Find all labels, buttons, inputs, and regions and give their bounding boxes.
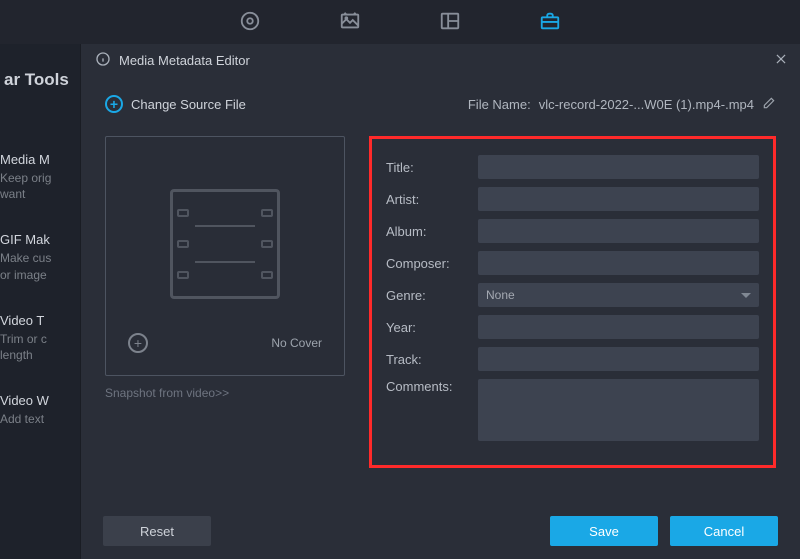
composer-input[interactable] xyxy=(478,251,759,275)
composer-label: Composer: xyxy=(386,256,478,271)
sidebar-item-label: Media M xyxy=(0,152,76,167)
sidebar-item-desc: Trim or c length xyxy=(0,331,76,363)
file-name-block: File Name: vlc-record-2022-...W0E (1).mp… xyxy=(468,96,776,113)
cover-panel: No Cover Snapshot from video>> xyxy=(105,136,345,468)
info-icon xyxy=(95,51,111,70)
modal-footer: Reset Save Cancel xyxy=(81,503,800,559)
change-source-button[interactable]: Change Source File xyxy=(105,95,246,113)
track-input[interactable] xyxy=(478,347,759,371)
change-source-label: Change Source File xyxy=(131,97,246,112)
reset-button[interactable]: Reset xyxy=(103,516,211,546)
cover-box: No Cover xyxy=(105,136,345,376)
album-input[interactable] xyxy=(478,219,759,243)
sidebar-item-label: GIF Mak xyxy=(0,232,76,247)
genre-value: None xyxy=(486,288,515,302)
sidebar-title: ar Tools xyxy=(0,70,80,90)
cancel-button[interactable]: Cancel xyxy=(670,516,778,546)
sidebar-item-desc: Make cus or image xyxy=(0,250,76,282)
album-label: Album: xyxy=(386,224,478,239)
year-label: Year: xyxy=(386,320,478,335)
sidebar: ar Tools Media M Keep orig want GIF Mak … xyxy=(0,44,80,559)
nav-layout-icon[interactable] xyxy=(439,10,461,35)
genre-label: Genre: xyxy=(386,288,478,303)
nav-disc-icon[interactable] xyxy=(239,10,261,35)
year-input[interactable] xyxy=(478,315,759,339)
source-row: Change Source File File Name: vlc-record… xyxy=(105,90,776,118)
snapshot-from-video-link[interactable]: Snapshot from video>> xyxy=(105,386,345,400)
sidebar-item-desc: Keep orig want xyxy=(0,170,76,202)
metadata-form: Title: Artist: Album: Composer: Genre: xyxy=(369,136,776,468)
sidebar-item-label: Video T xyxy=(0,313,76,328)
genre-select[interactable]: None xyxy=(478,283,759,307)
nav-image-icon[interactable] xyxy=(339,10,361,35)
chevron-down-icon xyxy=(741,293,751,298)
edit-file-name-button[interactable] xyxy=(762,96,776,113)
sidebar-item-media-metadata[interactable]: Media M Keep orig want xyxy=(0,140,80,220)
comments-label: Comments: xyxy=(386,379,478,394)
modal-body: Change Source File File Name: vlc-record… xyxy=(81,76,800,507)
comments-input[interactable] xyxy=(478,379,759,441)
artist-input[interactable] xyxy=(478,187,759,211)
modal-header: Media Metadata Editor xyxy=(81,44,800,76)
close-button[interactable] xyxy=(774,52,788,69)
sidebar-item-video-trim[interactable]: Video T Trim or c length xyxy=(0,301,80,381)
sidebar-item-desc: Add text xyxy=(0,411,76,427)
modal-title: Media Metadata Editor xyxy=(119,53,250,68)
metadata-editor-modal: Media Metadata Editor Change Source File… xyxy=(80,44,800,559)
title-input[interactable] xyxy=(478,155,759,179)
sidebar-item-label: Video W xyxy=(0,393,76,408)
file-name-label: File Name: xyxy=(468,97,531,112)
top-nav xyxy=(0,0,800,44)
artist-label: Artist: xyxy=(386,192,478,207)
add-cover-button[interactable] xyxy=(128,333,148,353)
sidebar-item-video-watermark[interactable]: Video W Add text xyxy=(0,381,80,445)
cover-status: No Cover xyxy=(271,336,322,350)
file-name-value: vlc-record-2022-...W0E (1).mp4-.mp4 xyxy=(539,97,754,112)
title-label: Title: xyxy=(386,160,478,175)
save-button[interactable]: Save xyxy=(550,516,658,546)
sidebar-item-gif-maker[interactable]: GIF Mak Make cus or image xyxy=(0,220,80,300)
filmstrip-icon xyxy=(170,189,280,299)
plus-circle-icon xyxy=(105,95,123,113)
nav-toolbox-icon[interactable] xyxy=(539,10,561,35)
track-label: Track: xyxy=(386,352,478,367)
